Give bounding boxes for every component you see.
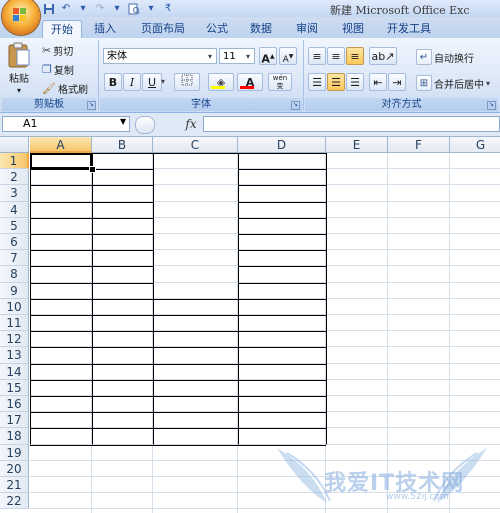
- align-right-button[interactable]: ☰: [346, 73, 364, 91]
- phonetic-button[interactable]: wén 变: [268, 73, 292, 91]
- bold-button[interactable]: B: [104, 73, 122, 91]
- paste-dropdown-icon[interactable]: ▾: [17, 86, 21, 95]
- align-top-button[interactable]: ≡: [308, 47, 326, 65]
- font-launcher-icon[interactable]: ↘: [291, 101, 300, 110]
- quick-access-toolbar: ↶ ▾ ↷ ▾ ▾ ₹: [42, 1, 175, 16]
- align-center-icon: ☰: [331, 76, 341, 89]
- ribbon: 粘贴 ▾ ✂ 剪切 ❐ 复制 🖌 格式刷 剪贴板 ↘ 宋体 ▾ 11 ▾ A▲ …: [0, 38, 500, 113]
- chevron-down-icon[interactable]: ▾: [486, 79, 490, 88]
- chevron-down-icon[interactable]: ▾: [243, 49, 253, 65]
- orientation-button[interactable]: ab↗: [369, 47, 397, 65]
- tab-view[interactable]: 视图: [336, 20, 370, 38]
- ribbon-tabs: 开始 插入 页面布局 公式 数据 审阅 视图 开发工具: [0, 17, 500, 39]
- decrease-indent-icon: ⇤: [373, 76, 383, 89]
- copy-icon: ❐: [42, 63, 52, 76]
- font-group-label: 字体: [100, 98, 302, 111]
- wrap-text-icon: ↵: [416, 49, 432, 65]
- paste-icon: [8, 42, 30, 68]
- font-color-swatch: [240, 86, 254, 89]
- name-box[interactable]: A1: [2, 116, 130, 132]
- merge-center-label: 合并后居中: [434, 79, 484, 91]
- increase-indent-button[interactable]: ⇥: [388, 73, 406, 91]
- customize-qat-icon[interactable]: ₹: [161, 2, 175, 15]
- align-center-button[interactable]: ☰: [327, 73, 345, 91]
- clipboard-group-label: 剪贴板: [2, 98, 96, 111]
- merge-center-button[interactable]: ⊞ 合并后居中 ▾: [416, 75, 490, 91]
- cut-label: 剪切: [53, 47, 74, 58]
- formula-input[interactable]: [203, 116, 500, 132]
- window-title: 新建 Microsoft Office Exc: [330, 4, 470, 17]
- align-middle-button[interactable]: ≡: [327, 47, 345, 65]
- cut-button[interactable]: ✂ 剪切: [42, 43, 73, 58]
- active-cell-a1[interactable]: [30, 153, 92, 169]
- bordered-table: [30, 153, 327, 446]
- tab-insert[interactable]: 插入: [88, 20, 122, 38]
- tab-data[interactable]: 数据: [244, 20, 278, 38]
- italic-button[interactable]: I: [123, 73, 141, 91]
- fill-handle[interactable]: [89, 166, 96, 173]
- alignment-group-label: 对齐方式: [305, 98, 498, 111]
- orientation-icon: ab↗: [371, 50, 395, 63]
- increase-indent-icon: ⇥: [392, 76, 402, 89]
- chevron-down-icon[interactable]: ▾: [205, 49, 215, 65]
- scissors-icon: ✂: [42, 44, 52, 57]
- fill-color-swatch: [211, 86, 225, 89]
- align-bottom-button[interactable]: ≡: [346, 47, 364, 65]
- redo-icon[interactable]: ↷: [93, 2, 107, 15]
- font-size-value: 11: [223, 51, 236, 62]
- grow-font-label: A: [261, 52, 270, 66]
- worksheet-grid[interactable]: ABCDEFG 1 2 3 4 5 6 7 8 9 10 11 12 13 14 15 16 17 18 19 20 2…: [0, 137, 500, 513]
- fill-color-button[interactable]: ◈: [208, 73, 234, 91]
- tab-review[interactable]: 审阅: [290, 20, 324, 38]
- align-top-icon: ≡: [312, 50, 322, 63]
- print-preview-icon[interactable]: [127, 2, 141, 15]
- decrease-indent-button[interactable]: ⇤: [369, 73, 387, 91]
- shrink-font-button[interactable]: A▼: [279, 47, 297, 65]
- group-separator: [98, 40, 99, 110]
- group-separator: [303, 40, 304, 110]
- tab-page-layout[interactable]: 页面布局: [134, 20, 192, 38]
- font-size-combo[interactable]: 11 ▾: [219, 48, 255, 64]
- copy-label: 复制: [53, 66, 74, 77]
- insert-function-button[interactable]: fx: [180, 116, 202, 132]
- formula-bar: A1 ▼ fx: [0, 113, 500, 137]
- office-logo-icon: [13, 8, 26, 21]
- align-left-icon: ☰: [312, 76, 322, 89]
- alignment-launcher-icon[interactable]: ↘: [487, 101, 496, 110]
- font-name-value: 宋体: [107, 51, 127, 62]
- paste-button[interactable]: 粘贴 ▾: [6, 41, 32, 95]
- merge-cells-icon: ⊞: [416, 75, 432, 91]
- clipboard-launcher-icon[interactable]: ↘: [87, 101, 96, 110]
- undo-icon[interactable]: ↶: [59, 2, 73, 15]
- phonetic-label: wén 变: [272, 74, 288, 90]
- wrap-text-label: 自动换行: [434, 53, 474, 65]
- wrap-text-button[interactable]: ↵ 自动换行: [416, 49, 474, 65]
- font-name-combo[interactable]: 宋体 ▾: [103, 48, 217, 64]
- font-color-button[interactable]: A: [237, 73, 263, 91]
- align-left-button[interactable]: ☰: [308, 73, 326, 91]
- borders-icon: [181, 74, 193, 86]
- tab-formulas[interactable]: 公式: [200, 20, 234, 38]
- align-bottom-icon: ≡: [350, 50, 360, 63]
- grow-font-button[interactable]: A▲: [259, 47, 277, 66]
- borders-button[interactable]: [174, 73, 200, 91]
- format-painter-label: 格式刷: [57, 85, 88, 96]
- align-middle-icon: ≡: [331, 50, 341, 63]
- tab-developer[interactable]: 开发工具: [380, 20, 438, 38]
- save-icon[interactable]: [42, 2, 56, 15]
- qat-dropdown-icon[interactable]: ▾: [76, 2, 90, 15]
- paste-label: 粘贴: [9, 74, 29, 85]
- brush-icon: 🖌: [42, 82, 56, 95]
- formula-bar-handle[interactable]: [135, 116, 155, 134]
- underline-button[interactable]: U: [142, 73, 162, 91]
- tab-home[interactable]: 开始: [42, 20, 82, 39]
- format-painter-button[interactable]: 🖌 格式刷: [42, 81, 88, 96]
- chevron-down-icon[interactable]: ▼: [120, 117, 126, 126]
- copy-button[interactable]: ❐ 复制: [42, 62, 74, 77]
- chevron-down-icon[interactable]: ▾: [161, 77, 165, 86]
- align-right-icon: ☰: [350, 76, 360, 89]
- qat-dropdown-icon[interactable]: ▾: [110, 2, 124, 15]
- title-bar: ↶ ▾ ↷ ▾ ▾ ₹ 新建 Microsoft Office Exc: [0, 0, 500, 17]
- qat-dropdown-icon[interactable]: ▾: [144, 2, 158, 15]
